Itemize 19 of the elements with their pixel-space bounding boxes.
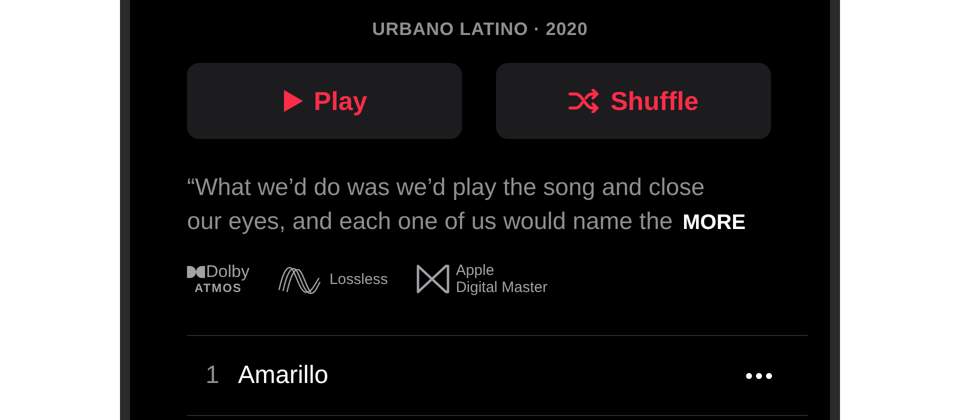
shuffle-icon <box>568 89 600 113</box>
play-button[interactable]: Play <box>187 63 462 139</box>
double-d-icon <box>187 266 205 278</box>
more-icon[interactable] <box>746 372 772 378</box>
badge-label: Digital Master <box>456 279 548 296</box>
shuffle-button[interactable]: Shuffle <box>496 63 771 139</box>
play-icon <box>282 89 304 113</box>
master-icon <box>416 264 450 294</box>
more-link[interactable]: MORE <box>682 211 746 234</box>
badge-label: Dolby <box>206 263 250 281</box>
track-title: Amarillo <box>238 360 330 391</box>
wave-icon <box>277 264 324 294</box>
track-row[interactable]: 1 Amarillo <box>187 336 808 416</box>
badge-label: Apple <box>456 262 496 279</box>
description-text: “What we’d do was we’d play the song and close our eyes, and each one of us would name the MORE <box>187 173 747 237</box>
album-subtitle: URBANO LATINO · 2020 <box>372 18 588 41</box>
track-number: 1 <box>204 360 220 391</box>
badge-label: Lossless <box>329 270 388 288</box>
badge-label: ATMOS <box>194 281 242 295</box>
